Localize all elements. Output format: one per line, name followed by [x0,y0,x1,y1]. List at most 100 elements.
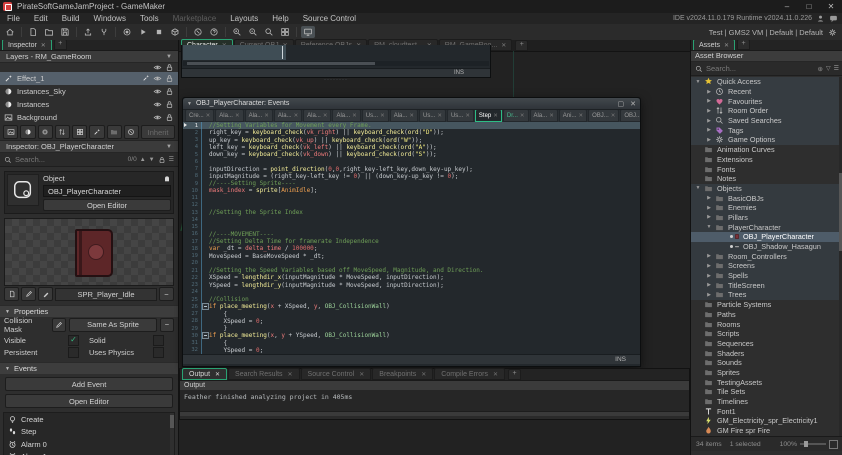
close-icon[interactable]: ✕ [421,371,426,378]
add-event-button[interactable]: Add Event [5,377,173,391]
tree-item-testingassets[interactable]: TestingAssets [691,377,842,387]
next-result-button[interactable]: ▼ [149,157,155,163]
save-project-button[interactable] [58,26,72,38]
tree-item-paths[interactable]: Paths [691,310,842,320]
tree-item-obj-shadow-hasagun[interactable]: OBJ_Shadow_Hasagun [691,242,842,252]
code-line-8[interactable]: 8inputMagnitude = (right_key-left_key !=… [183,173,640,180]
output-tab-compile-errors[interactable]: Compile Errors✕ [434,368,505,380]
event-tab-ala[interactable]: Ala...✕ [332,110,360,122]
tree-item-gm-fire-spr-fire[interactable]: GM Fire spr Fire [691,426,842,436]
menu-item-build[interactable]: Build [55,14,87,23]
search-input[interactable]: Search... [706,64,736,73]
home-button[interactable] [3,26,17,38]
search-input[interactable]: Search... [15,155,45,164]
add-workspace-tab-button[interactable]: + [515,40,528,51]
events-header[interactable]: ▼Events [0,362,178,374]
eye-icon[interactable] [153,87,162,96]
code-line-9[interactable]: 9//----Setting Sprite---- [183,180,640,187]
event-tab-ala[interactable]: Ala...✕ [274,110,302,122]
code-line-26[interactable]: 26if place_meeting(x + XSpeed, y, OBJ_Co… [183,303,640,310]
code-line-11[interactable]: 11 [183,195,640,202]
zoom-in-button[interactable] [230,26,244,38]
layer-row-instances_sky[interactable]: Instances_Sky [0,85,178,98]
code-line-1[interactable]: 1//Setting Variables for Movement every … [183,122,640,129]
close-icon[interactable]: ✕ [215,371,220,378]
code-line-6[interactable]: 6 [183,158,640,165]
debug-button[interactable] [120,26,134,38]
event-tab-ani[interactable]: Ani...✕ [559,110,587,122]
code-line-2[interactable]: 2right_key = keyboard_check(vk_right) ||… [183,129,640,136]
close-icon[interactable]: ✕ [724,42,729,49]
tree-item-spells[interactable]: ▶Spells [691,271,842,281]
expand-icon[interactable]: ▶ [706,98,712,104]
expand-icon[interactable]: ▶ [706,263,712,269]
prev-result-button[interactable]: ▲ [140,157,146,163]
add-tab-button[interactable]: + [54,40,67,50]
expand-icon[interactable]: ▶ [706,292,712,298]
close-icon[interactable]: ✕ [611,113,616,119]
collapse-icon[interactable]: ▼ [706,224,712,230]
eye-icon[interactable] [153,63,162,72]
event-tab-us[interactable]: Us...✕ [362,110,389,122]
add-path-layer-button[interactable] [55,125,70,139]
tree-item-sequences[interactable]: Sequences [691,339,842,349]
close-icon[interactable]: ✕ [41,42,46,49]
event-tab-step[interactable]: Step✕ [475,110,502,122]
event-tab-ala[interactable]: Ala...✕ [303,110,331,122]
tree-item-sprites[interactable]: Sprites [691,368,842,378]
help-button[interactable] [207,26,221,38]
lock-icon[interactable] [165,113,174,122]
zoom-slider[interactable] [800,443,826,445]
output-tab-output[interactable]: Output✕ [182,368,227,380]
background-code-window[interactable]: INS ········ [181,45,491,78]
expand-icon[interactable]: ▶ [706,205,712,211]
tree-item-room-order[interactable]: ▶Room Order [691,106,842,116]
eye-icon[interactable] [153,113,162,122]
tree-item-titlescreen[interactable]: ▶TitleScreen [691,280,842,290]
close-icon[interactable]: ✕ [630,100,636,108]
lock-icon[interactable] [158,156,166,164]
new-sprite-button[interactable] [4,287,19,301]
event-tab-obj[interactable]: OBJ...✕ [620,110,640,122]
edit-collision-button[interactable] [52,318,66,332]
build-config-label[interactable]: Test | GMS2 VM | Default | Default [709,28,823,37]
menu-icon[interactable]: ☰ [834,65,839,72]
code-window-titlebar[interactable]: ▼ OBJ_PlayerCharacter: Events ▢ ✕ [183,98,640,110]
remove-sprite-button[interactable]: − [159,287,174,301]
collapse-icon[interactable]: ▼ [187,101,192,107]
event-tab-us[interactable]: Us...✕ [447,110,474,122]
code-line-7[interactable]: 7inputDirection = point_direction(0,0,ri… [183,166,640,173]
expand-icon[interactable]: ▶ [706,127,712,133]
code-line-12[interactable]: 12 [183,202,640,209]
run-button[interactable] [136,26,150,38]
add-asset-icon[interactable]: ⊕ [818,65,823,73]
code-line-28[interactable]: 28 XSpeed = 0; [183,318,640,325]
tree-item-basicobjs[interactable]: ▶BasicOBJs [691,193,842,203]
tree-item-timelines[interactable]: Timelines [691,397,842,407]
close-icon[interactable]: ✕ [465,113,470,119]
delete-layer-button[interactable] [124,125,139,139]
event-tab-us[interactable]: Us...✕ [419,110,446,122]
add-effect-layer-button[interactable] [89,125,104,139]
tree-item-quick-access[interactable]: ▼Quick Access [691,77,842,87]
add-tab-button[interactable]: + [737,40,750,50]
export-button[interactable] [81,26,95,38]
checkbox[interactable] [68,347,79,358]
lock-icon[interactable] [165,100,174,109]
menu-item-windows[interactable]: Windows [86,14,132,23]
code-line-5[interactable]: 5down_key = keyboard_check(vk_down) || k… [183,151,640,158]
code-line-24[interactable]: 24 [183,289,640,296]
close-icon[interactable]: ✕ [380,113,385,119]
tree-item-font1[interactable]: Font1 [691,406,842,416]
tree-item-obj-playercharacter[interactable]: OBJ_PlayerCharacter [691,232,842,242]
h-scrollbar[interactable] [180,411,689,416]
fold-toggle-icon[interactable] [202,332,209,339]
grid-button[interactable] [278,26,292,38]
collapse-icon[interactable]: ▼ [695,185,701,191]
collapse-icon[interactable]: ▼ [695,79,701,85]
close-icon[interactable]: ✕ [352,113,357,119]
tree-item-rooms[interactable]: Rooms [691,319,842,329]
menu-item-layouts[interactable]: Layouts [223,14,265,23]
expand-icon[interactable]: ▶ [706,214,712,220]
close-icon[interactable]: ✕ [294,113,299,119]
